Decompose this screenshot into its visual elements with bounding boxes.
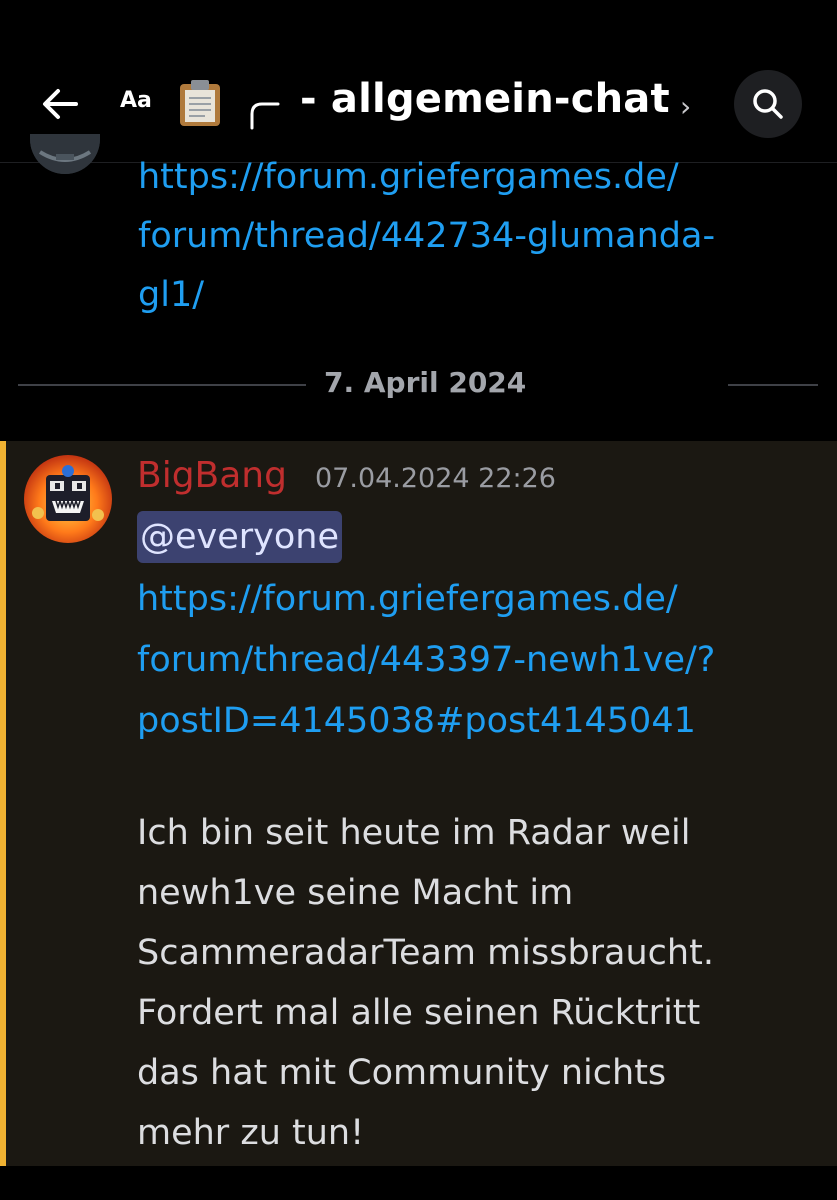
text-line: newh1ve seine Macht im <box>137 873 574 913</box>
link-line[interactable]: forum/thread/443397-newh1ve/? <box>137 630 827 691</box>
avatar[interactable] <box>30 134 100 174</box>
avatar[interactable] <box>24 455 112 543</box>
divider-line <box>18 384 306 386</box>
thread-corner-icon <box>248 96 282 130</box>
date-divider: 7. April 2024 <box>18 360 818 410</box>
bottom-edge <box>0 1166 837 1200</box>
clipboard-icon <box>176 78 224 128</box>
link-line[interactable]: https://forum.griefergames.de/ <box>137 569 827 630</box>
text-line: Fordert mal alle seinen Rücktritt <box>137 993 701 1033</box>
author-name[interactable]: BigBang <box>137 455 287 496</box>
message-link[interactable]: https://forum.griefergames.de/ forum/thr… <box>137 569 827 752</box>
channel-header: Aa - allgemein-chat › <box>0 0 837 163</box>
link-line[interactable]: https://forum.griefergames.de/ <box>138 148 818 207</box>
back-button[interactable] <box>36 80 84 128</box>
text-line: Ich bin seit heute im Radar weil <box>137 813 691 853</box>
arrow-left-icon <box>43 89 78 119</box>
channel-name[interactable]: - allgemein-chat <box>300 76 670 122</box>
divider-line <box>728 384 818 386</box>
message-timestamp: 07.04.2024 22:26 <box>315 463 556 494</box>
text-line: mehr zu tun! <box>137 1113 365 1153</box>
search-icon <box>753 89 783 119</box>
message-item[interactable]: BigBang 07.04.2024 22:26 @everyone https… <box>0 441 837 1166</box>
message-text: Ich bin seit heute im Radar weil newh1ve… <box>137 803 827 1163</box>
everyone-mention[interactable]: @everyone <box>137 511 343 563</box>
chevron-right-icon[interactable]: › <box>680 90 691 123</box>
search-button[interactable] <box>734 70 802 138</box>
mention-highlight-bar <box>0 441 6 1166</box>
link-line[interactable]: postID=4145038#post4145041 <box>137 691 827 752</box>
message-link[interactable]: https://forum.griefergames.de/ forum/thr… <box>138 148 818 325</box>
date-label: 7. April 2024 <box>324 366 527 399</box>
text-line: ScammeradarTeam missbraucht. <box>137 933 714 973</box>
text-line: das hat mit Community nichts <box>137 1053 667 1093</box>
link-line[interactable]: gl1/ <box>138 266 818 325</box>
link-line[interactable]: forum/thread/442734-glumanda- <box>138 207 818 266</box>
text-size-button[interactable]: Aa <box>120 88 152 113</box>
